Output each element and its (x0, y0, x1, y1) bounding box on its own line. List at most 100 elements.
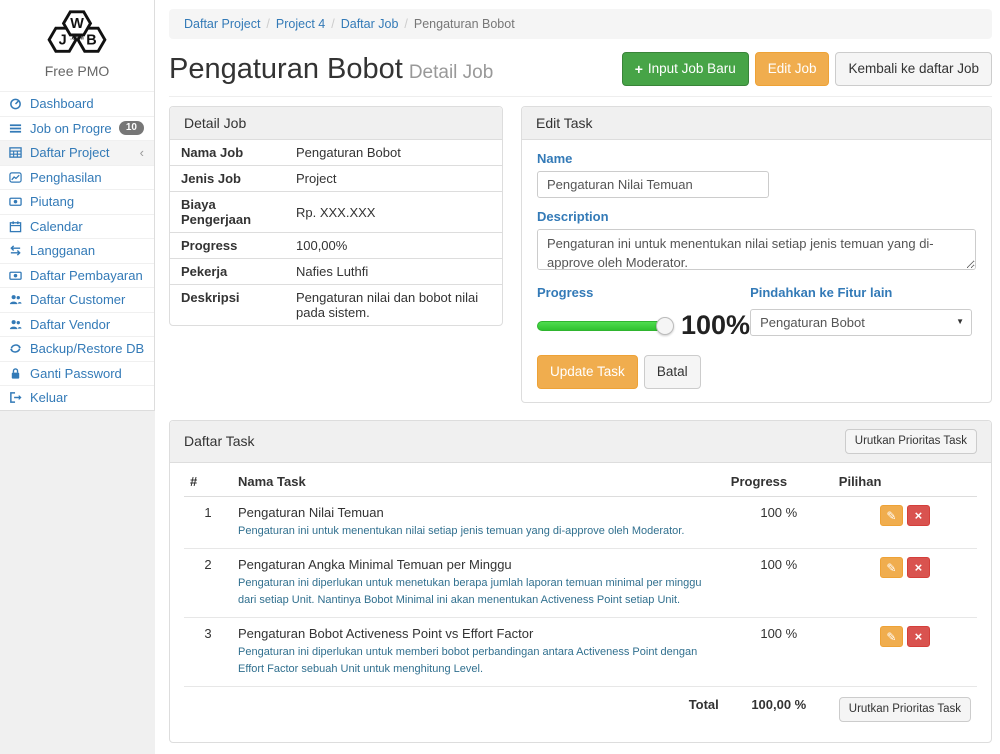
chevron-left-icon: ‹ (140, 145, 144, 160)
sidebar-item-langganan[interactable]: Langganan (0, 238, 154, 263)
sidebar-item-label: Daftar Project (30, 145, 133, 160)
sidebar-item-label: Piutang (30, 194, 144, 209)
progress-value: 100% (681, 310, 750, 341)
update-task-button[interactable]: Update Task (537, 355, 638, 389)
column-header-nama-task: Nama Task (232, 467, 725, 497)
sidebar-item-label: Daftar Pembayaran (30, 268, 144, 283)
money-icon (8, 269, 23, 282)
jwb-logo-icon: J B W .com (36, 8, 118, 58)
table-row: Nama JobPengaturan Bobot (170, 140, 502, 166)
progress-slider-track (537, 321, 665, 331)
table-row: Progress100,00% (170, 233, 502, 259)
sign-out-icon (8, 391, 23, 404)
sidebar-item-label: Keluar (30, 390, 144, 405)
task-description: Pengaturan ini untuk menentukan nilai se… (238, 523, 719, 540)
task-table: # Nama Task Progress Pilihan 1 Pengatura… (184, 467, 977, 732)
edit-task-panel: Edit Task Name Description Pengaturan in… (521, 106, 992, 403)
urutkan-prioritas-button-top[interactable]: Urutkan Prioritas Task (845, 429, 977, 454)
svg-text:.com: .com (70, 36, 83, 42)
delete-task-button[interactable]: × (907, 505, 930, 526)
page-subtitle: Detail Job (409, 62, 494, 83)
task-name: Pengaturan Nilai Temuan (238, 505, 719, 520)
task-description: Pengaturan ini diperlukan untuk memberi … (238, 644, 719, 678)
progress-slider-handle[interactable] (656, 317, 674, 335)
sidebar-item-calendar[interactable]: Calendar (0, 214, 154, 239)
table-row: Jenis JobProject (170, 166, 502, 192)
task-name-input[interactable] (537, 171, 769, 198)
job-count-badge: 10 (119, 121, 144, 135)
sidebar-item-label: Backup/Restore DB (30, 341, 144, 356)
sidebar-item-ganti-password[interactable]: Ganti Password (0, 361, 154, 386)
breadcrumb-link-project-4[interactable]: Project 4 (276, 17, 325, 31)
task-progress: 100 % (725, 496, 833, 548)
batal-button[interactable]: Batal (644, 355, 701, 389)
sidebar-item-dashboard[interactable]: Dashboard (0, 91, 154, 116)
total-label: Total (184, 686, 725, 731)
sidebar-item-label: Daftar Vendor (30, 317, 144, 332)
task-table-header: # Nama Task Progress Pilihan (184, 467, 977, 497)
edit-task-button[interactable]: ✎ (880, 557, 903, 578)
edit-task-button[interactable]: ✎ (880, 626, 903, 647)
sidebar-item-job-on-progress[interactable]: Job on Progress 10 (0, 116, 154, 141)
sidebar-item-label: Job on Progress (30, 121, 112, 136)
detail-job-table: Nama JobPengaturan Bobot Jenis JobProjec… (170, 140, 502, 325)
task-row: 2 Pengaturan Angka Minimal Temuan per Mi… (184, 548, 977, 617)
sidebar-item-label: Calendar (30, 219, 144, 234)
sidebar-item-daftar-customer[interactable]: Daftar Customer (0, 287, 154, 312)
sidebar-item-label: Dashboard (30, 96, 144, 111)
breadcrumb-link-daftar-project[interactable]: Daftar Project (184, 17, 260, 31)
kembali-button[interactable]: Kembali ke daftar Job (835, 52, 992, 86)
sidebar-item-daftar-pembayaran[interactable]: Daftar Pembayaran (0, 263, 154, 288)
brand-name: Free PMO (0, 63, 154, 85)
progress-slider[interactable] (537, 321, 665, 331)
sidebar-item-label: Daftar Customer (30, 292, 144, 307)
sidebar-item-backup-restore[interactable]: Backup/Restore DB (0, 336, 154, 361)
sidebar-item-label: Langganan (30, 243, 144, 258)
move-feature-select[interactable]: Pengaturan Bobot (750, 309, 972, 336)
app-logo[interactable]: J B W .com Free PMO (0, 0, 154, 91)
plus-icon: + (635, 60, 643, 78)
chart-line-icon (8, 171, 23, 184)
table-row: PekerjaNafies Luthfi (170, 259, 502, 285)
list-icon (8, 122, 23, 135)
users-icon (8, 318, 23, 331)
svg-text:J: J (59, 33, 67, 49)
sidebar: J B W .com Free PMO Dashboard Job on Pro… (0, 0, 155, 411)
sidebar-item-label: Ganti Password (30, 366, 144, 381)
calendar-icon (8, 220, 23, 233)
breadcrumb-link-daftar-job[interactable]: Daftar Job (341, 17, 399, 31)
input-job-baru-button[interactable]: +Input Job Baru (622, 52, 749, 86)
task-description-textarea[interactable]: Pengaturan ini untuk menentukan nilai se… (537, 229, 976, 270)
breadcrumb: Daftar Project/Project 4/Daftar Job/Peng… (169, 9, 992, 39)
detail-job-panel: Detail Job Nama JobPengaturan Bobot Jeni… (169, 106, 503, 326)
sidebar-item-label: Penghasilan (30, 170, 144, 185)
close-icon: × (915, 560, 923, 575)
name-label: Name (537, 151, 976, 166)
sidebar-item-piutang[interactable]: Piutang (0, 189, 154, 214)
table-row: Biaya PengerjaanRp. XXX.XXX (170, 192, 502, 233)
close-icon: × (915, 508, 923, 523)
delete-task-button[interactable]: × (907, 626, 930, 647)
total-value: 100,00 % (725, 686, 833, 731)
edit-task-button[interactable]: ✎ (880, 505, 903, 526)
sidebar-item-daftar-vendor[interactable]: Daftar Vendor (0, 312, 154, 337)
edit-job-button[interactable]: Edit Job (755, 52, 830, 86)
breadcrumb-current: Pengaturan Bobot (414, 17, 515, 31)
delete-task-button[interactable]: × (907, 557, 930, 578)
users-icon (8, 293, 23, 306)
svg-text:B: B (86, 33, 96, 49)
dashboard-icon (8, 97, 23, 110)
progress-label: Progress (537, 285, 750, 300)
task-name: Pengaturan Bobot Activeness Point vs Eff… (238, 626, 719, 641)
task-name: Pengaturan Angka Minimal Temuan per Ming… (238, 557, 719, 572)
detail-job-panel-title: Detail Job (170, 107, 502, 140)
svg-text:W: W (70, 16, 84, 32)
sidebar-item-daftar-project[interactable]: Daftar Project ‹ (0, 140, 154, 165)
urutkan-prioritas-button-bottom[interactable]: Urutkan Prioritas Task (839, 697, 971, 722)
task-description: Pengaturan ini diperlukan untuk menetuka… (238, 575, 719, 609)
sidebar-item-keluar[interactable]: Keluar (0, 385, 154, 410)
column-header-num: # (184, 467, 232, 497)
sidebar-item-penghasilan[interactable]: Penghasilan (0, 165, 154, 190)
column-header-pilihan: Pilihan (833, 467, 977, 497)
page-title: Pengaturan BobotDetail Job (169, 53, 493, 86)
